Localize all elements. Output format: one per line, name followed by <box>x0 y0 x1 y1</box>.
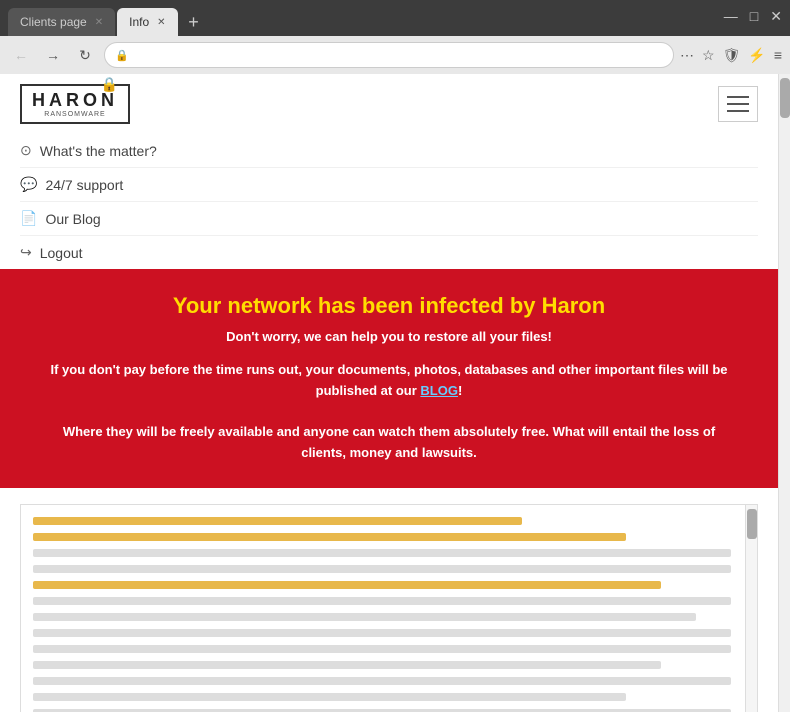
text-line-1 <box>33 517 522 525</box>
extensions-button[interactable]: ⚡ <box>748 47 765 64</box>
close-button[interactable]: ✕ <box>770 8 782 25</box>
forward-button[interactable]: → <box>40 42 66 68</box>
banner-title-brand: Haron <box>542 293 606 318</box>
banner-body-line1: If you don't pay before the time runs ou… <box>51 362 728 377</box>
tab-info-close[interactable]: ✕ <box>157 17 165 28</box>
logout-icon: ↪ <box>20 244 32 261</box>
page-scrollbar-thumb <box>780 78 790 118</box>
banner-subtitle: Don't worry, we can help you to restore … <box>40 329 738 344</box>
site-nav: 🔒 HARON RANSOMWARE <box>0 74 778 134</box>
text-line-11 <box>33 677 731 685</box>
content-block <box>20 504 758 712</box>
banner-body-line1-end: published at our <box>316 383 421 398</box>
address-bar-row: ← → ↻ 🔒 ⋯ ☆ 🛡 ⚡ ≡ <box>0 36 790 74</box>
logo-subtext: RANSOMWARE <box>44 111 105 118</box>
hamburger-line-2 <box>727 103 749 105</box>
menu-item-whats-the-matter-label: What's the matter? <box>40 143 157 159</box>
shield-button[interactable]: 🛡 <box>723 47 741 64</box>
site-logo: 🔒 HARON RANSOMWARE <box>20 84 130 124</box>
page-area: HTC 🔒 HARON RANSOMWARE ⊙ What's th <box>0 74 790 712</box>
text-line-3 <box>33 549 731 557</box>
red-banner: Your network has been infected by Haron … <box>0 269 778 488</box>
toolbar-icons: ⋯ ☆ 🛡 ⚡ ≡ <box>680 47 782 64</box>
menu-item-logout-label: Logout <box>40 245 83 261</box>
text-line-6 <box>33 597 731 605</box>
tab-clients-label: Clients page <box>20 15 87 29</box>
hamburger-line-1 <box>727 96 749 98</box>
more-button[interactable]: ⋯ <box>680 47 694 64</box>
lock-icon: 🔒 <box>115 49 129 62</box>
text-lines <box>33 517 745 712</box>
tab-bar: Clients page ✕ Info ✕ + <box>8 0 208 36</box>
text-line-12 <box>33 693 626 701</box>
banner-body: If you don't pay before the time runs ou… <box>40 360 738 464</box>
text-line-5 <box>33 581 661 589</box>
tab-clients[interactable]: Clients page ✕ <box>8 8 115 36</box>
text-line-4 <box>33 565 731 573</box>
back-button[interactable]: ← <box>8 42 34 68</box>
text-line-10 <box>33 661 661 669</box>
banner-title-prefix: Your network has been infected by <box>173 293 542 318</box>
refresh-button[interactable]: ↻ <box>72 42 98 68</box>
tab-clients-close[interactable]: ✕ <box>95 17 103 28</box>
address-bar[interactable]: 🔒 <box>104 42 674 68</box>
browser-window: Clients page ✕ Info ✕ + — □ ✕ ← → ↻ 🔒 ⋯ … <box>0 0 790 712</box>
menu-item-blog[interactable]: 📄 Our Blog <box>20 202 758 236</box>
blog-icon: 📄 <box>20 210 37 227</box>
title-bar: Clients page ✕ Info ✕ + — □ ✕ <box>0 0 790 36</box>
menu-item-support-label: 24/7 support <box>45 177 123 193</box>
minimize-button[interactable]: — <box>724 8 738 24</box>
menu-item-blog-label: Our Blog <box>45 211 100 227</box>
page-scrollbar[interactable] <box>778 74 790 712</box>
logo-padlock-icon: 🔒 <box>101 76 118 93</box>
blog-link[interactable]: BLOG <box>420 383 458 398</box>
logo-text: HARON <box>32 90 118 111</box>
dropdown-menu: ⊙ What's the matter? 💬 24/7 support 📄 Ou… <box>0 134 778 269</box>
restore-button[interactable]: □ <box>750 8 758 24</box>
new-tab-button[interactable]: + <box>180 8 208 36</box>
content-scrollbar-thumb <box>747 509 757 539</box>
menu-item-logout[interactable]: ↪ Logout <box>20 236 758 269</box>
hamburger-line-3 <box>727 110 749 112</box>
hamburger-button[interactable] <box>718 86 758 122</box>
banner-body-line2: Where they will be freely available and … <box>63 424 715 460</box>
page-content: HTC 🔒 HARON RANSOMWARE ⊙ What's th <box>0 74 778 712</box>
chat-icon: 💬 <box>20 176 37 193</box>
menu-item-support[interactable]: 💬 24/7 support <box>20 168 758 202</box>
question-icon: ⊙ <box>20 142 32 159</box>
banner-body-line1-close: ! <box>458 383 462 398</box>
content-scrollbar[interactable] <box>745 505 757 712</box>
text-line-8 <box>33 629 731 637</box>
text-line-9 <box>33 645 731 653</box>
window-controls: — □ ✕ <box>724 8 782 29</box>
text-line-2 <box>33 533 626 541</box>
bookmark-button[interactable]: ☆ <box>702 47 715 64</box>
menu-button[interactable]: ≡ <box>774 47 782 63</box>
tab-info-label: Info <box>129 15 149 29</box>
banner-title: Your network has been infected by Haron <box>40 293 738 319</box>
menu-item-whats-the-matter[interactable]: ⊙ What's the matter? <box>20 134 758 168</box>
tab-info[interactable]: Info ✕ <box>117 8 177 36</box>
text-line-7 <box>33 613 696 621</box>
